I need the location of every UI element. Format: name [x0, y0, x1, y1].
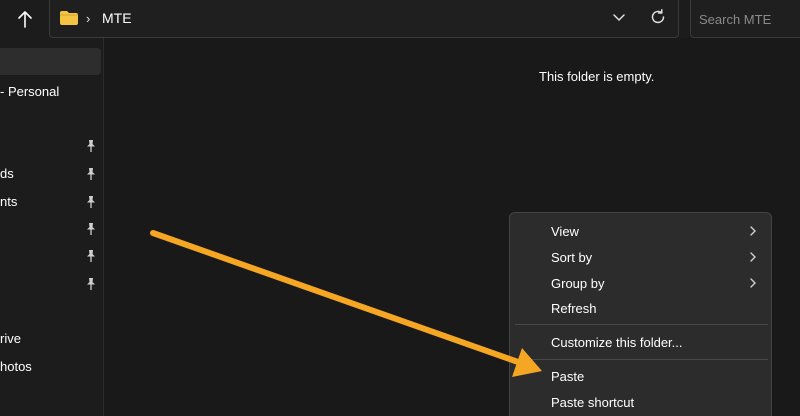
- breadcrumb-current-folder[interactable]: MTE: [102, 10, 132, 26]
- chevron-down-icon: [613, 14, 625, 22]
- pin-icon: [87, 278, 95, 290]
- nav-item-downloads[interactable]: ds: [0, 166, 14, 181]
- menu-item-group-by[interactable]: Group by: [551, 276, 604, 291]
- search-input[interactable]: [699, 10, 799, 28]
- chevron-right-icon: [750, 278, 756, 288]
- pin-icon: [87, 168, 95, 180]
- pin-icon: [87, 223, 95, 235]
- refresh-button[interactable]: [649, 8, 667, 31]
- nav-item-photos[interactable]: hotos: [0, 359, 32, 374]
- arrow-up-icon: [18, 11, 32, 28]
- up-button[interactable]: [10, 4, 40, 34]
- menu-item-sort-by[interactable]: Sort by: [551, 250, 592, 265]
- nav-item-personal[interactable]: - Personal: [0, 84, 59, 99]
- menu-item-refresh[interactable]: Refresh: [551, 301, 597, 316]
- empty-folder-message: This folder is empty.: [539, 69, 655, 84]
- chevron-right-icon: [750, 252, 756, 262]
- address-bar[interactable]: › MTE: [49, 0, 679, 38]
- menu-separator: [515, 359, 768, 360]
- breadcrumb-separator: ›: [86, 11, 91, 26]
- menu-separator: [515, 324, 768, 325]
- context-menu: View Sort by Group by Refresh Customize …: [509, 212, 772, 416]
- folder-icon: [60, 11, 78, 25]
- nav-item-documents[interactable]: nts: [0, 194, 17, 209]
- pin-icon: [87, 196, 95, 208]
- pin-icon: [87, 250, 95, 262]
- navigation-pane: - Personal ds nts rive hotos: [0, 38, 104, 416]
- search-box[interactable]: [690, 0, 800, 38]
- refresh-icon: [651, 9, 665, 24]
- menu-item-customize-folder[interactable]: Customize this folder...: [551, 335, 683, 350]
- menu-item-view[interactable]: View: [551, 224, 579, 239]
- pin-icon: [87, 140, 95, 152]
- title-bar: › MTE: [0, 0, 800, 38]
- chevron-right-icon: [750, 226, 756, 236]
- nav-item-selected[interactable]: [0, 48, 101, 75]
- menu-item-paste-shortcut[interactable]: Paste shortcut: [551, 395, 634, 410]
- nav-item-onedrive[interactable]: rive: [0, 331, 21, 346]
- address-history-button[interactable]: [612, 10, 626, 29]
- menu-item-paste[interactable]: Paste: [551, 369, 584, 384]
